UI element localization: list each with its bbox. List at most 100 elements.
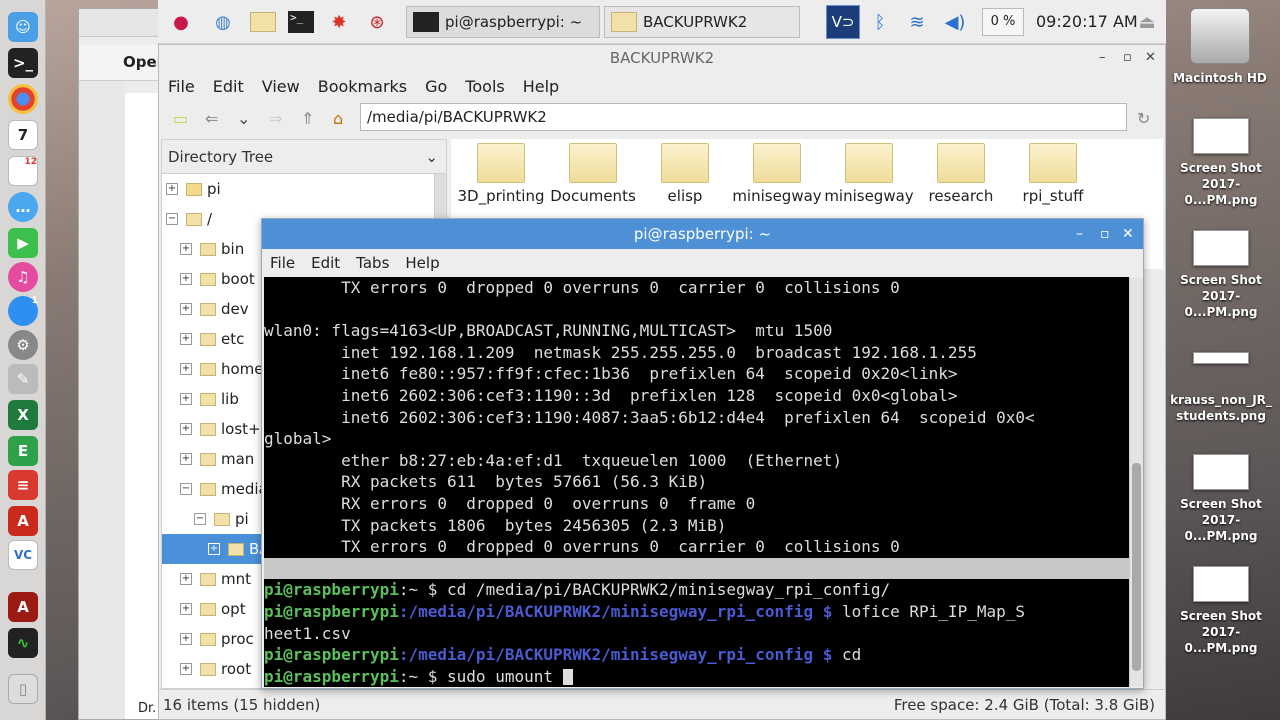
expander-icon[interactable]: + xyxy=(180,453,192,465)
sidebar-scrollbar[interactable] xyxy=(434,174,446,224)
tree-item[interactable]: + lib xyxy=(180,384,239,414)
activity-monitor-icon[interactable]: ∿ xyxy=(8,628,38,658)
desktop-file[interactable]: Screen Shot 2017-0...PM.png xyxy=(1166,118,1276,208)
back-icon[interactable]: ⇐ xyxy=(205,109,218,128)
tree-item[interactable]: + home xyxy=(180,354,264,384)
tree-item[interactable]: + mnt xyxy=(180,564,251,594)
folder-item[interactable]: minisegway xyxy=(823,143,915,205)
up-icon[interactable]: ⇑ xyxy=(301,109,314,128)
utilities-icon[interactable]: ✎ xyxy=(8,364,38,394)
task-terminal[interactable]: pi@raspberrypi: ~ xyxy=(406,6,600,38)
tree-item[interactable]: + boot xyxy=(180,264,255,294)
tree-item[interactable]: − / xyxy=(166,204,212,234)
new-tab-icon[interactable]: ▭ xyxy=(173,109,188,128)
finder-icon[interactable]: ☺ xyxy=(8,12,38,42)
wifi-icon[interactable]: ≋ xyxy=(902,7,932,37)
facetime-icon[interactable]: ▶ xyxy=(8,228,38,258)
tree-item[interactable]: + opt xyxy=(180,594,246,624)
expander-icon[interactable]: + xyxy=(180,663,192,675)
expander-icon[interactable]: + xyxy=(180,243,192,255)
menu-view[interactable]: View xyxy=(262,77,300,96)
calendar-icon[interactable]: 7 xyxy=(8,120,38,150)
eject-icon[interactable]: ⏏ xyxy=(1132,7,1162,37)
desktop-file[interactable]: Screen Shot 2017-0...PM.png xyxy=(1166,230,1276,320)
task-filemanager[interactable]: BACKUPRWK2 xyxy=(604,6,800,38)
folder-item[interactable]: minisegway xyxy=(731,143,823,205)
forward-icon[interactable]: ⇒ xyxy=(269,109,282,128)
minimize-icon[interactable]: – xyxy=(1099,45,1106,71)
tree-item[interactable]: + root xyxy=(180,654,251,684)
expander-icon[interactable]: − xyxy=(180,483,192,495)
desktop-file[interactable]: Screen Shot 2017-0...PM.png xyxy=(1166,566,1276,656)
macintosh-hd-icon[interactable]: Macintosh HD xyxy=(1170,8,1270,86)
terminal-screen[interactable]: TX errors 0 dropped 0 overruns 0 carrier… xyxy=(264,277,1130,687)
evernote-icon[interactable]: E xyxy=(8,436,38,466)
terminal-launch-icon[interactable]: >_ xyxy=(286,7,316,37)
menu-edit[interactable]: Edit xyxy=(213,77,244,96)
expander-icon[interactable]: + xyxy=(180,333,192,345)
scrollbar-thumb[interactable] xyxy=(1132,463,1141,671)
expander-icon[interactable]: − xyxy=(166,213,178,225)
acrobat-icon[interactable]: A xyxy=(8,506,38,536)
maximize-icon[interactable]: ▫ xyxy=(1123,45,1132,71)
expander-icon[interactable]: + xyxy=(208,543,220,555)
system-preferences-icon[interactable]: ⚙ xyxy=(8,330,38,360)
itunes-icon[interactable]: ♫ xyxy=(8,262,38,292)
desktop-file[interactable]: Screen Shot 2017-0...PM.png xyxy=(1166,454,1276,544)
tree-item[interactable]: + man xyxy=(180,444,254,474)
tree-item[interactable]: + bin xyxy=(180,234,244,264)
mathematica-icon[interactable]: ✸ xyxy=(324,7,354,37)
close-icon[interactable]: ✕ xyxy=(1122,219,1134,249)
tree-item[interactable]: + dev xyxy=(180,294,249,324)
expander-icon[interactable]: + xyxy=(180,573,192,585)
menu-file[interactable]: File xyxy=(270,254,295,272)
home-icon[interactable]: ⌂ xyxy=(333,109,343,128)
terminal-scrollbar[interactable] xyxy=(1129,277,1143,687)
minimize-icon[interactable]: – xyxy=(1076,219,1083,249)
expander-icon[interactable]: + xyxy=(180,363,192,375)
menu-edit[interactable]: Edit xyxy=(311,254,340,272)
menu-help[interactable]: Help xyxy=(405,254,439,272)
raspberry-menu-icon[interactable]: ● xyxy=(166,7,196,37)
maximize-icon[interactable]: ▫ xyxy=(1100,219,1110,249)
chrome-icon[interactable] xyxy=(8,84,38,114)
tree-item[interactable]: + etc xyxy=(180,324,244,354)
tree-item[interactable]: − media xyxy=(180,474,268,504)
expander-icon[interactable]: + xyxy=(180,303,192,315)
acrobat-reader-icon[interactable]: A xyxy=(8,592,38,622)
tree-item[interactable]: − pi xyxy=(194,504,249,534)
vnc-icon[interactable]: VC xyxy=(8,540,38,570)
terminal-icon[interactable]: >_ xyxy=(8,48,38,78)
folder-item[interactable]: elisp xyxy=(639,143,731,205)
clock[interactable]: 09:20:17 AM xyxy=(1036,12,1138,31)
folder-item[interactable]: rpi_stuff xyxy=(1007,143,1099,205)
folder-item[interactable]: Documents xyxy=(547,143,639,205)
expander-icon[interactable]: + xyxy=(180,633,192,645)
menu-help[interactable]: Help xyxy=(523,77,559,96)
folder-item[interactable]: 3D_printing xyxy=(455,143,547,205)
tree-item[interactable]: + pi xyxy=(166,174,221,204)
vnc-tray-icon[interactable]: V⊃ xyxy=(826,5,860,39)
reminders-icon[interactable]: 12 xyxy=(8,156,38,186)
expander-icon[interactable]: + xyxy=(180,393,192,405)
expander-icon[interactable]: + xyxy=(180,273,192,285)
menu-bookmarks[interactable]: Bookmarks xyxy=(318,77,407,96)
sidebar-header[interactable]: Directory Tree ⌄ xyxy=(162,140,446,174)
stack-icon[interactable]: ≡ xyxy=(8,470,38,500)
bluetooth-icon[interactable]: ᛒ xyxy=(865,7,895,37)
expander-icon[interactable]: + xyxy=(166,183,178,195)
folder-item[interactable]: research xyxy=(915,143,1007,205)
close-icon[interactable]: ✕ xyxy=(1145,45,1156,71)
menu-tools[interactable]: Tools xyxy=(465,77,504,96)
desktop-file[interactable]: krauss_non_JR_ students.png xyxy=(1166,352,1276,424)
menu-file[interactable]: File xyxy=(168,77,195,96)
wolfram-icon[interactable]: ⊛ xyxy=(362,7,392,37)
expander-icon[interactable]: + xyxy=(180,603,192,615)
expander-icon[interactable]: − xyxy=(194,513,206,525)
messages-icon[interactable]: … xyxy=(8,192,38,222)
menu-tabs[interactable]: Tabs xyxy=(356,254,389,272)
menu-go[interactable]: Go xyxy=(425,77,447,96)
expander-icon[interactable]: + xyxy=(180,423,192,435)
excel-icon[interactable]: X xyxy=(8,400,38,430)
web-browser-icon[interactable]: ◍ xyxy=(208,7,238,37)
